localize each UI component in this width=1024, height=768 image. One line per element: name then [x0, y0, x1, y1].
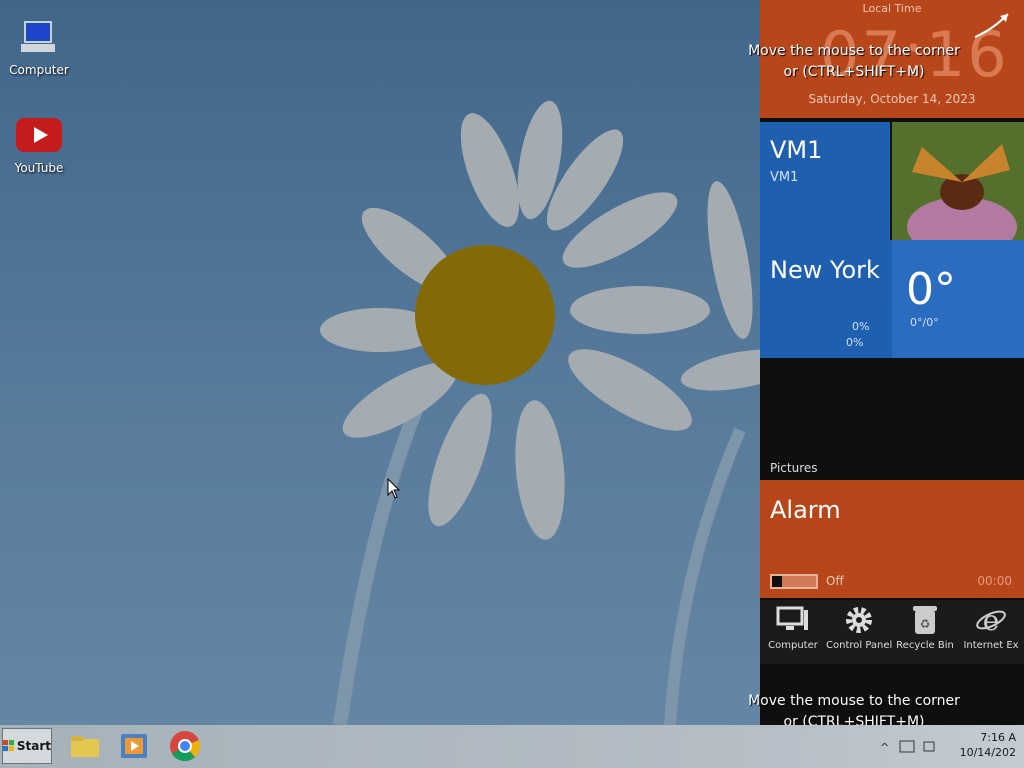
- toggle-knob: [772, 576, 782, 587]
- shortcut-label: Control Panel: [826, 640, 892, 651]
- hint-bottom-line1: Move the mouse to the corner: [748, 693, 960, 709]
- shortcut-control-panel[interactable]: Control Panel: [826, 600, 892, 664]
- taskbar-clock[interactable]: 7:16 A 10/14/202: [960, 730, 1016, 760]
- butterfly-photo: [892, 122, 1024, 240]
- weather-city: New York: [770, 256, 880, 284]
- desktop-dim-overlay: [0, 0, 760, 725]
- media-player-icon: [121, 734, 147, 758]
- vm-name: VM1: [770, 136, 823, 164]
- arrow-up-right-icon: [974, 13, 1009, 38]
- shortcut-recycle-bin[interactable]: ♻ Recycle Bin: [892, 600, 958, 664]
- start-button[interactable]: Start: [2, 728, 52, 764]
- weather-humidity: 0%: [846, 336, 864, 349]
- shortcut-internet-explorer[interactable]: e Internet Ex: [958, 600, 1024, 664]
- chrome-icon: [170, 731, 201, 762]
- svg-text:♻: ♻: [920, 617, 931, 631]
- shortcut-label: Recycle Bin: [896, 640, 954, 651]
- taskbar-media-player[interactable]: [117, 729, 151, 763]
- tray-icons: ^: [880, 740, 935, 754]
- taskbar-clock-time: 7:16 A: [980, 731, 1016, 744]
- internet-explorer-icon: e: [976, 604, 1006, 636]
- vm-tile[interactable]: VM1 VM1: [760, 122, 890, 240]
- vm-subtitle: VM1: [770, 170, 799, 185]
- hint-top-line2: or (CTRL+SHIFT+M): [783, 64, 925, 80]
- desktop-icon-label: Computer: [9, 63, 69, 77]
- alarm-toggle[interactable]: [770, 574, 818, 589]
- desktop-icon-label: YouTube: [14, 161, 64, 175]
- shortcut-label: Internet Ex: [963, 640, 1019, 651]
- folder-icon: [71, 736, 99, 757]
- youtube-icon: [16, 118, 62, 152]
- alarm-state: Off: [826, 574, 844, 588]
- alarm-tile[interactable]: Alarm Off 00:00: [760, 480, 1024, 598]
- taskbar-chrome[interactable]: [168, 729, 202, 763]
- alarm-time: 00:00: [977, 574, 1012, 588]
- monitor-icon: [776, 606, 808, 630]
- weather-temp: 0°: [906, 264, 956, 315]
- weather-precip: 0%: [852, 320, 870, 333]
- weather-tile[interactable]: New York 0% 0% 0° 0°/0°: [760, 240, 1024, 358]
- shortcut-label: Computer: [768, 640, 818, 651]
- hint-top: Move the mouse to the corner or (CTRL+SH…: [746, 41, 962, 83]
- mouse-cursor-icon: [387, 478, 401, 499]
- computer-icon: [21, 21, 55, 52]
- desktop-icon-computer[interactable]: Computer: [3, 18, 75, 77]
- system-tray: ^ 7:16 A 10/14/202: [864, 725, 1024, 768]
- taskbar-clock-date: 10/14/202: [959, 746, 1016, 759]
- hint-top-line1: Move the mouse to the corner: [748, 43, 960, 59]
- desktop-icon-youtube[interactable]: YouTube: [3, 116, 75, 175]
- recycle-bin-icon: ♻: [913, 606, 937, 634]
- shortcut-computer[interactable]: Computer: [760, 600, 826, 664]
- gear-icon: [846, 607, 872, 633]
- windows-logo-icon: [3, 740, 15, 752]
- photo-tile[interactable]: [892, 122, 1024, 240]
- svg-text:e: e: [983, 604, 1000, 636]
- pictures-label[interactable]: Pictures: [770, 461, 818, 475]
- weather-temp-panel: 0° 0°/0°: [892, 240, 1024, 358]
- taskbar: Start ^ 7:16 A 10/14/202: [0, 725, 1024, 768]
- weather-range: 0°/0°: [910, 316, 939, 329]
- alarm-title: Alarm: [770, 496, 841, 524]
- start-label: Start: [16, 739, 51, 753]
- chevron-up-icon: ^: [880, 741, 889, 754]
- clock-date: Saturday, October 14, 2023: [808, 92, 976, 106]
- taskbar-file-explorer[interactable]: [68, 729, 102, 763]
- shortcut-bar: Computer Control Panel ♻ Recycle Bin e I…: [760, 600, 1024, 664]
- side-panel: Local Time 07:16 Saturday, October 14, 2…: [760, 0, 1024, 725]
